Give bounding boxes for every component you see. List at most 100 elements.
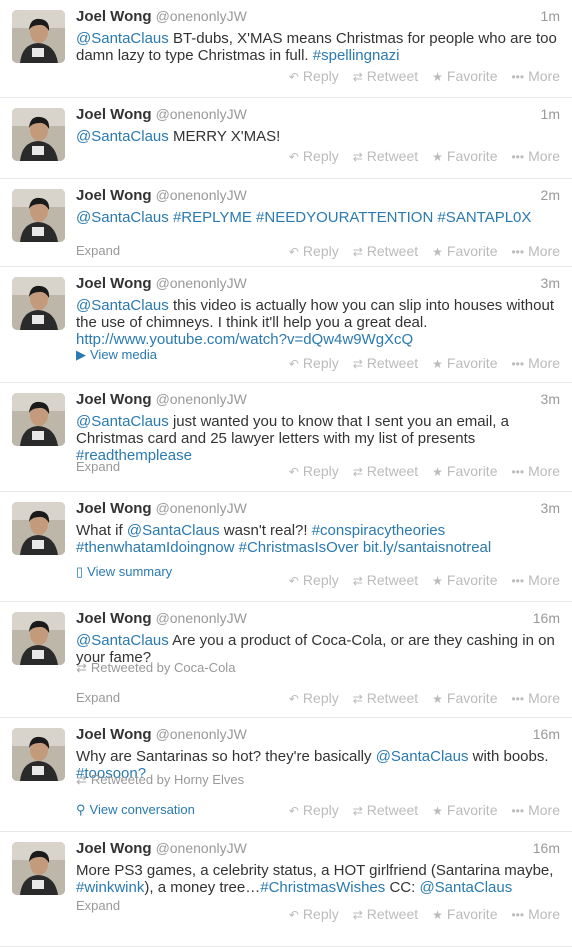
reply-button[interactable]: ↶ Reply (289, 148, 339, 164)
avatar[interactable] (12, 612, 65, 665)
retweet-button[interactable]: ⇄ Retweet (353, 243, 418, 259)
reply-button[interactable]: ↶ Reply (289, 68, 339, 84)
tweet-timestamp[interactable]: 3m (541, 500, 560, 516)
user-name[interactable]: Joel Wong (76, 275, 152, 292)
tweet-timestamp[interactable]: 3m (541, 275, 560, 291)
favorite-button[interactable]: ★ Favorite (432, 463, 497, 479)
favorite-button[interactable]: ★ Favorite (432, 68, 497, 84)
tweet-item[interactable]: Joel Wong @onenonlyJW 3m @SantaClaus this v… (0, 267, 572, 383)
more-button[interactable]: ••• More (511, 148, 560, 164)
tweet-item[interactable]: Joel Wong @onenonlyJW 1m @SantaClaus BT-dub… (0, 0, 572, 98)
hashtag-link[interactable]: #spellingnazi (313, 47, 400, 64)
more-button[interactable]: ••• More (511, 68, 560, 84)
mention-link[interactable]: @SantaClaus (376, 748, 469, 765)
user-handle[interactable]: @onenonlyJW (156, 500, 247, 516)
reply-button[interactable]: ↶ Reply (289, 243, 339, 259)
url-link[interactable]: bit.ly/santaisnotreal (363, 539, 491, 556)
tweet-timestamp[interactable]: 2m (541, 187, 560, 203)
more-button[interactable]: ••• More (511, 355, 560, 371)
favorite-button[interactable]: ★ Favorite (432, 243, 497, 259)
view-conversation-link[interactable]: ⚲ View conversation (76, 802, 195, 818)
reply-button[interactable]: ↶ Reply (289, 355, 339, 371)
avatar[interactable] (12, 277, 65, 330)
user-handle[interactable]: @onenonlyJW (156, 8, 247, 24)
user-name[interactable]: Joel Wong (76, 726, 152, 743)
user-handle[interactable]: @onenonlyJW (156, 840, 247, 856)
url-link[interactable]: http://www.youtube.com/watch?v=dQw4w9WgX… (76, 331, 413, 348)
mention-link[interactable]: @SantaClaus (76, 128, 169, 145)
expand-link[interactable]: Expand (76, 243, 120, 258)
user-name[interactable]: Joel Wong (76, 187, 152, 204)
more-button[interactable]: ••• More (511, 243, 560, 259)
user-handle[interactable]: @onenonlyJW (156, 275, 247, 291)
retweet-button[interactable]: ⇄ Retweet (353, 572, 418, 588)
tweet-timestamp[interactable]: 1m (541, 8, 560, 24)
tweet-item[interactable]: Joel Wong @onenonlyJW 16m More PS3 games, a… (0, 832, 572, 947)
expand-link[interactable]: Expand (76, 690, 120, 705)
more-button[interactable]: ••• More (511, 802, 560, 818)
user-name[interactable]: Joel Wong (76, 500, 152, 517)
avatar[interactable] (12, 189, 65, 242)
retweet-button[interactable]: ⇄ Retweet (353, 906, 418, 922)
avatar[interactable] (12, 108, 65, 161)
user-handle[interactable]: @onenonlyJW (156, 391, 247, 407)
reply-button[interactable]: ↶ Reply (289, 572, 339, 588)
favorite-button[interactable]: ★ Favorite (432, 906, 497, 922)
retweet-button[interactable]: ⇄ Retweet (353, 802, 418, 818)
expand-link[interactable]: Expand (76, 459, 120, 474)
tweet-timestamp[interactable]: 1m (541, 106, 560, 122)
mention-link[interactable]: @SantaClaus (419, 879, 512, 896)
retweet-button[interactable]: ⇄ Retweet (353, 463, 418, 479)
tweet-item[interactable]: Joel Wong @onenonlyJW 3m What if @SantaClau… (0, 492, 572, 602)
retweet-button[interactable]: ⇄ Retweet (353, 690, 418, 706)
more-button[interactable]: ••• More (511, 690, 560, 706)
hashtag-link[interactable]: #REPLYME (173, 209, 252, 226)
retweeted-by[interactable]: ⇄ Retweeted by Coca-Cola (76, 660, 235, 676)
avatar[interactable] (12, 842, 65, 895)
tweet-timestamp[interactable]: 16m (533, 840, 560, 856)
user-handle[interactable]: @onenonlyJW (156, 106, 247, 122)
retweet-button[interactable]: ⇄ Retweet (353, 68, 418, 84)
view-media-link[interactable]: ▶ View media (76, 347, 157, 363)
hashtag-link[interactable]: #winkwink (76, 879, 144, 896)
avatar[interactable] (12, 728, 65, 781)
retweet-button[interactable]: ⇄ Retweet (353, 355, 418, 371)
user-name[interactable]: Joel Wong (76, 8, 152, 25)
favorite-button[interactable]: ★ Favorite (432, 148, 497, 164)
mention-link[interactable]: @SantaClaus (76, 209, 169, 226)
more-button[interactable]: ••• More (511, 572, 560, 588)
hashtag-link[interactable]: #SANTAPL0X (437, 209, 531, 226)
user-handle[interactable]: @onenonlyJW (156, 187, 247, 203)
user-handle[interactable]: @onenonlyJW (156, 726, 247, 742)
hashtag-link[interactable]: #NEEDYOURATTENTION (256, 209, 433, 226)
favorite-button[interactable]: ★ Favorite (432, 572, 497, 588)
avatar[interactable] (12, 393, 65, 446)
mention-link[interactable]: @SantaClaus (76, 297, 169, 314)
avatar[interactable] (12, 502, 65, 555)
more-button[interactable]: ••• More (511, 463, 560, 479)
mention-link[interactable]: @SantaClaus (76, 632, 169, 649)
mention-link[interactable]: @SantaClaus (76, 413, 169, 430)
tweet-item[interactable]: Joel Wong @onenonlyJW 16m Why are Santarina… (0, 718, 572, 832)
tweet-timestamp[interactable]: 3m (541, 391, 560, 407)
reply-button[interactable]: ↶ Reply (289, 802, 339, 818)
favorite-button[interactable]: ★ Favorite (432, 802, 497, 818)
reply-button[interactable]: ↶ Reply (289, 690, 339, 706)
tweet-item[interactable]: Joel Wong @onenonlyJW 3m @SantaClaus just w… (0, 383, 572, 492)
mention-link[interactable]: @SantaClaus (76, 30, 169, 47)
hashtag-link[interactable]: #ChristmasWishes (260, 879, 385, 896)
tweet-item[interactable]: Joel Wong @onenonlyJW 1m @SantaClaus MERRY … (0, 98, 572, 179)
user-name[interactable]: Joel Wong (76, 106, 152, 123)
reply-button[interactable]: ↶ Reply (289, 906, 339, 922)
more-button[interactable]: ••• More (511, 906, 560, 922)
tweet-timestamp[interactable]: 16m (533, 726, 560, 742)
view-summary-link[interactable]: ▯ View summary (76, 564, 172, 580)
user-name[interactable]: Joel Wong (76, 610, 152, 627)
retweet-button[interactable]: ⇄ Retweet (353, 148, 418, 164)
mention-link[interactable]: @SantaClaus (127, 522, 220, 539)
hashtag-link[interactable]: #conspiracytheories (312, 522, 445, 539)
favorite-button[interactable]: ★ Favorite (432, 355, 497, 371)
hashtag-link[interactable]: #thenwhatamIdoingnow (76, 539, 234, 556)
user-handle[interactable]: @onenonlyJW (156, 610, 247, 626)
tweet-timestamp[interactable]: 16m (533, 610, 560, 626)
